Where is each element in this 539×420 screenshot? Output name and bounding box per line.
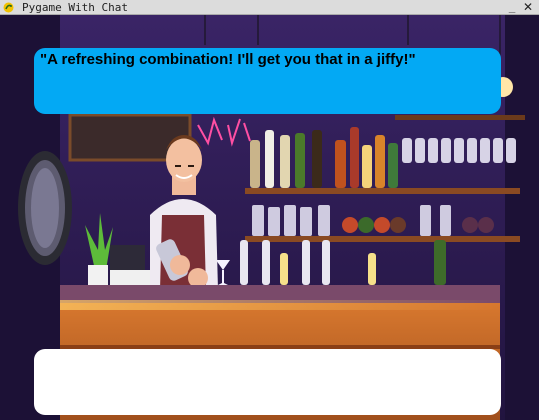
right-pillar xyxy=(505,15,539,420)
round-door xyxy=(18,151,72,265)
wine-bottle xyxy=(434,240,446,285)
hanging-glasses xyxy=(402,138,516,163)
speech-bubble: "A refreshing combination! I'll get you … xyxy=(34,48,501,114)
upper-shelf xyxy=(245,188,520,194)
lower-shelf xyxy=(245,236,520,242)
close-icon[interactable]: ✕ xyxy=(521,0,535,14)
window-titlebar[interactable]: Pygame With Chat _ ✕ xyxy=(0,0,539,15)
window-title: Pygame With Chat xyxy=(22,1,128,14)
counter-light-strip xyxy=(60,300,500,310)
chat-input-box[interactable] xyxy=(34,349,501,415)
glass-rack xyxy=(395,115,525,120)
python-snake-icon xyxy=(3,2,14,13)
dialogue-text: "A refreshing combination! I'll get you … xyxy=(40,51,416,68)
minimize-icon[interactable]: _ xyxy=(506,0,518,14)
game-window: Pygame With Chat _ ✕ "A refreshing combi… xyxy=(0,0,539,420)
